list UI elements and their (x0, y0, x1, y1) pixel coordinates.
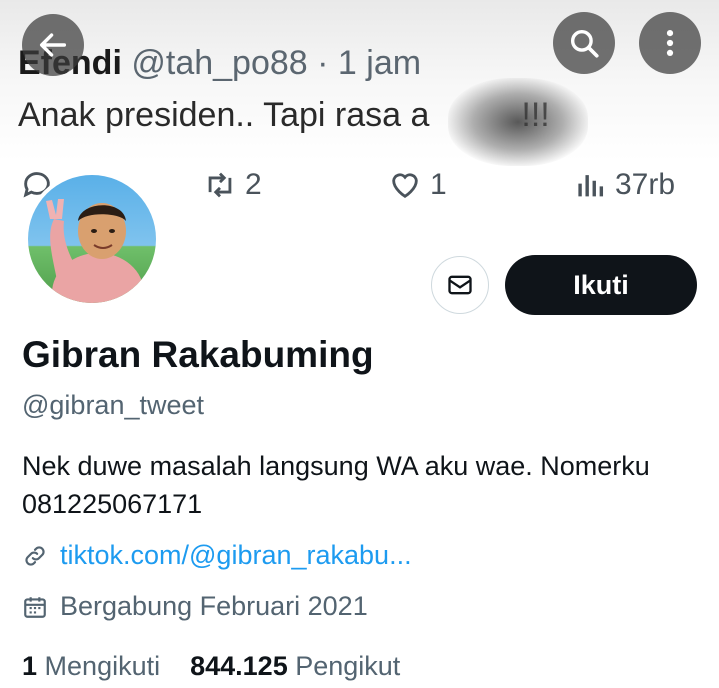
views-icon (578, 175, 604, 197)
bio-line-2: 081225067171 (22, 489, 203, 519)
profile-link-row: tiktok.com/@gibran_rakabu... (22, 540, 412, 571)
profile-stats: 1 Mengikuti 844.125 Pengikut (22, 651, 400, 682)
more-vertical-icon (666, 29, 674, 57)
search-icon (570, 29, 599, 58)
tweet-separator: · (317, 44, 329, 82)
following-count: 1 (22, 651, 38, 681)
profile-display-name: Gibran Rakabuming (22, 334, 374, 375)
bio-line-1: Nek duwe masalah langsung WA aku wae. No… (22, 451, 650, 481)
censor-blur (448, 78, 588, 166)
like-count: 1 (430, 168, 447, 201)
arrow-left-icon (39, 33, 67, 57)
profile-joined: Bergabung Februari 2021 (60, 591, 368, 621)
profile-avatar[interactable] (24, 171, 160, 307)
profile-joined-row: Bergabung Februari 2021 (22, 591, 368, 622)
views-count: 37rb (615, 168, 676, 201)
link-icon (25, 545, 45, 566)
tweet-handle[interactable]: @tah_po88 (131, 44, 307, 82)
follow-button[interactable]: Ikuti (505, 255, 697, 315)
tweet-text-start: Anak presiden.. Tapi rasa a (18, 96, 430, 134)
profile-handle: @gibran_tweet (22, 390, 205, 420)
envelope-icon (448, 275, 472, 295)
back-button[interactable] (22, 14, 84, 76)
more-button[interactable] (639, 12, 701, 74)
followers-stat[interactable]: 844.125 Pengikut (190, 651, 400, 682)
search-button[interactable] (553, 12, 615, 74)
retweet-action[interactable]: 2 (203, 168, 262, 202)
message-button[interactable] (431, 256, 489, 314)
tweet-time[interactable]: 1 jam (338, 44, 421, 82)
calendar-icon (24, 596, 46, 618)
like-action[interactable]: 1 (388, 168, 447, 202)
retweet-count: 2 (245, 168, 262, 201)
avatar-illustration (46, 199, 144, 303)
following-label: Mengikuti (44, 651, 161, 681)
following-stat[interactable]: 1 Mengikuti (22, 651, 160, 682)
avatar-image (28, 175, 156, 303)
views-action[interactable]: 37rb (573, 168, 675, 202)
followers-count: 844.125 (190, 651, 288, 681)
heart-icon (392, 173, 418, 199)
profile-bio: Nek duwe masalah langsung WA aku wae. No… (22, 447, 702, 523)
profile-link[interactable]: tiktok.com/@gibran_rakabu... (60, 540, 412, 571)
followers-label: Pengikut (295, 651, 401, 681)
retweet-icon (208, 172, 232, 198)
